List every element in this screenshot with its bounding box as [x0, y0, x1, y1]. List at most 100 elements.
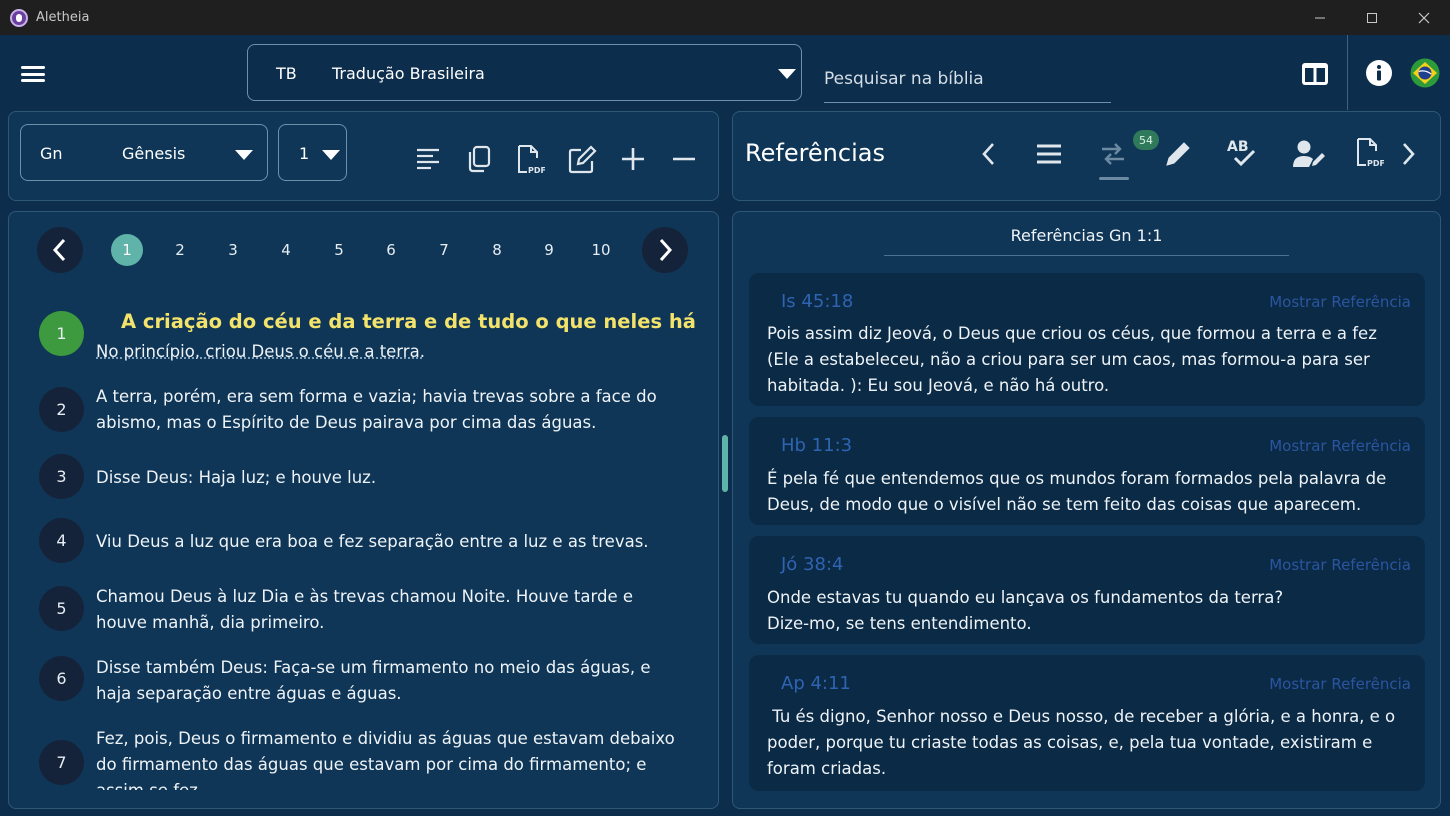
menu-button[interactable]: [21, 66, 45, 82]
swap-arrows-icon: [1102, 143, 1124, 165]
app-logo-icon: [10, 8, 28, 27]
close-button[interactable]: [1398, 0, 1450, 35]
reference-citation[interactable]: Ap 4:11: [781, 673, 851, 694]
verse-text[interactable]: No princípio, criou Deus o céu e a terra…: [96, 339, 686, 365]
title-bar: Aletheia: [0, 0, 1450, 35]
verse-number-badge[interactable]: 5: [39, 586, 84, 631]
window-controls: [1294, 0, 1450, 35]
previous-chapter-button[interactable]: [37, 227, 83, 273]
search-input[interactable]: [824, 53, 1111, 102]
book-abbreviation: Gn: [40, 144, 63, 163]
reference-text: Tu és digno, Senhor nosso e Deus nosso, …: [767, 707, 1401, 778]
reference-card: Hb 11:3 Mostrar Referência É pela fé que…: [749, 417, 1425, 525]
active-tab-indicator: [1099, 177, 1129, 180]
reference-text: Onde estavas tu quando eu lançava os fun…: [767, 588, 1284, 633]
text-align-button[interactable]: [413, 144, 443, 174]
verse-number-badge[interactable]: 6: [39, 656, 84, 701]
reference-text: Pois assim diz Jeová, o Deus que criou o…: [767, 324, 1377, 395]
header-divider: [1347, 35, 1348, 110]
references-pdf-button[interactable]: PDF: [1353, 136, 1385, 170]
previous-tool-button[interactable]: [976, 140, 1002, 168]
spell-check-tab[interactable]: AB: [1226, 136, 1260, 170]
list-view-button[interactable]: [1034, 140, 1064, 168]
copy-button[interactable]: [464, 144, 494, 174]
chapter-value: 1: [299, 144, 310, 163]
split-view-button[interactable]: [1299, 60, 1331, 88]
cross-references-tab[interactable]: [1097, 140, 1129, 168]
chevron-left-icon: [52, 238, 66, 262]
verse-number-badge[interactable]: 1: [39, 311, 84, 356]
bible-version-select[interactable]: TB Tradução Brasileira: [247, 44, 802, 101]
verse-text[interactable]: Viu Deus a luz que era boa e fez separaç…: [96, 529, 686, 555]
app-header: TB Tradução Brasileira: [0, 35, 1450, 110]
panel-resize-handle[interactable]: [722, 435, 728, 492]
next-tool-button[interactable]: [1397, 140, 1419, 168]
copy-icon: [468, 145, 491, 173]
user-edit-tab[interactable]: [1291, 138, 1327, 170]
reference-citation[interactable]: Jó 38:4: [781, 554, 843, 575]
chapter-link[interactable]: 4: [271, 241, 301, 259]
section-title: A criação do céu e da terra e de tudo o …: [121, 310, 696, 333]
chapter-link[interactable]: 5: [324, 241, 354, 259]
verse-text[interactable]: Chamou Deus à luz Dia e às trevas chamou…: [96, 584, 686, 636]
pdf-icon: PDF: [1357, 138, 1384, 168]
verse-text[interactable]: A terra, porém, era sem forma e vazia; h…: [96, 384, 686, 436]
verse-number-badge[interactable]: 4: [39, 518, 84, 563]
plus-icon: [622, 148, 644, 170]
brazil-flag-icon: [1410, 58, 1440, 88]
minimize-button[interactable]: [1294, 0, 1346, 35]
minus-icon: [673, 157, 695, 161]
export-pdf-button[interactable]: PDF: [514, 144, 546, 176]
chapter-link[interactable]: 6: [376, 241, 406, 259]
edit-note-icon: [568, 145, 597, 174]
chapter-link[interactable]: 8: [482, 241, 512, 259]
verse-text[interactable]: Disse também Deus: Faça-se um firmamento…: [96, 655, 686, 707]
next-chapter-button[interactable]: [642, 227, 688, 273]
maximize-button[interactable]: [1346, 0, 1398, 35]
svg-text:PDF: PDF: [1367, 159, 1384, 168]
columns-icon: [1302, 63, 1328, 85]
info-button[interactable]: [1365, 59, 1393, 87]
reading-toolbar: Gn Gênesis 1 PDF: [8, 111, 719, 201]
chapter-link[interactable]: 9: [534, 241, 564, 259]
show-reference-link[interactable]: Mostrar Referência: [1269, 293, 1411, 311]
spell-check-icon: AB: [1227, 139, 1256, 167]
chapter-1-active[interactable]: 1: [111, 234, 143, 266]
pencil-icon: [1166, 142, 1190, 166]
text-align-icon: [417, 148, 439, 170]
show-reference-link[interactable]: Mostrar Referência: [1269, 556, 1411, 574]
verse-number-badge[interactable]: 2: [39, 387, 84, 432]
chapter-link[interactable]: 7: [429, 241, 459, 259]
svg-text:PDF: PDF: [528, 166, 545, 175]
chevron-right-icon: [659, 238, 673, 262]
reference-card: Jó 38:4 Mostrar Referência Onde estavas …: [749, 536, 1425, 644]
show-reference-link[interactable]: Mostrar Referência: [1269, 675, 1411, 693]
maximize-icon: [1367, 12, 1377, 23]
chevron-left-icon: [982, 143, 994, 165]
edit-note-button[interactable]: [566, 144, 598, 176]
window-title: Aletheia: [36, 10, 90, 25]
minimize-icon: [1315, 17, 1325, 18]
book-select[interactable]: Gn Gênesis: [20, 124, 268, 181]
verse-text[interactable]: Disse Deus: Haja luz; e houve luz.: [96, 465, 686, 491]
svg-text:AB: AB: [1227, 139, 1249, 155]
zoom-in-button[interactable]: [618, 144, 648, 174]
chapter-link[interactable]: 2: [165, 241, 195, 259]
menu-lines-icon: [1037, 144, 1061, 164]
chapter-link[interactable]: 10: [586, 241, 616, 259]
chevron-down-icon: [322, 150, 340, 160]
show-reference-link[interactable]: Mostrar Referência: [1269, 437, 1411, 455]
zoom-out-button[interactable]: [669, 144, 699, 174]
references-count-badge: 54: [1133, 130, 1159, 150]
verse-number-badge[interactable]: 7: [39, 740, 84, 785]
chapter-select[interactable]: 1: [278, 124, 347, 181]
verse-text[interactable]: Fez, pois, Deus o firmamento e dividiu a…: [96, 726, 686, 790]
reference-citation[interactable]: Is 45:18: [781, 291, 853, 312]
verse-number-badge[interactable]: 3: [39, 454, 84, 499]
reference-text: É pela fé que entendemos que os mundos f…: [767, 469, 1387, 514]
language-button[interactable]: [1410, 58, 1440, 88]
version-abbreviation: TB: [276, 64, 297, 83]
reference-citation[interactable]: Hb 11:3: [781, 435, 852, 456]
chapter-link[interactable]: 3: [218, 241, 248, 259]
notes-tab[interactable]: [1162, 138, 1194, 170]
